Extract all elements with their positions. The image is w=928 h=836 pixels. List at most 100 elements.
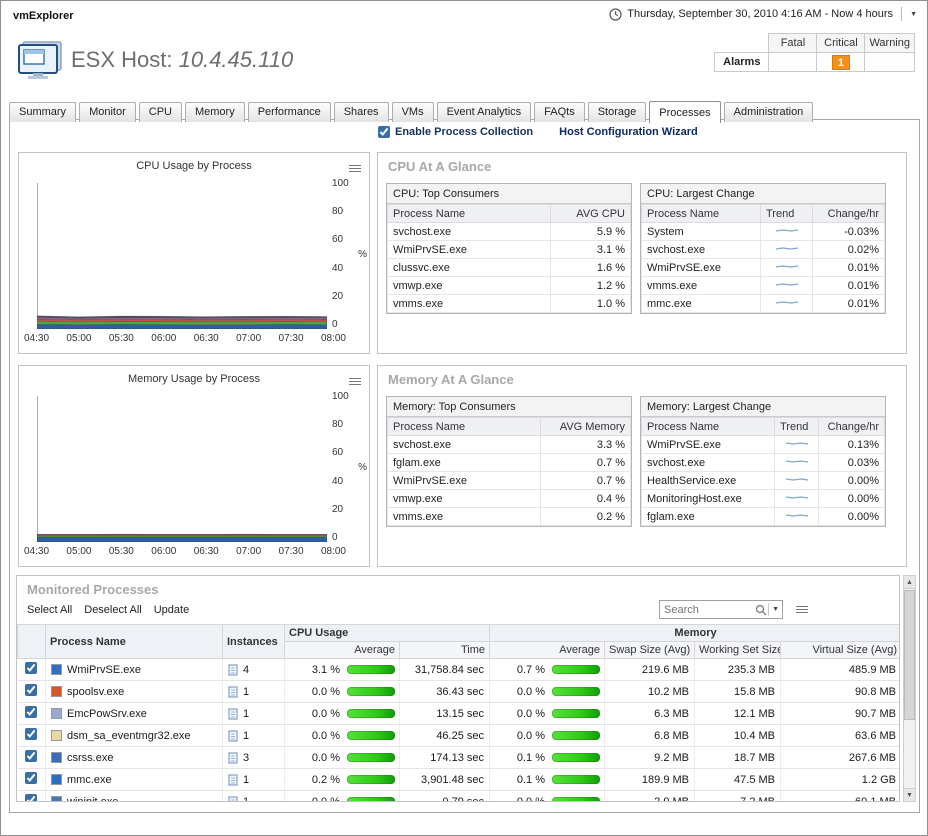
trend-sparkline: [785, 493, 809, 502]
monitored-processes-table: Process Name Instances CPU Usage Memory …: [17, 624, 900, 802]
table-row: MonitoringHost.exe0.00%: [642, 490, 885, 508]
table-row: HealthService.exe0.00%: [642, 472, 885, 490]
alarms-col-warning: Warning: [865, 34, 915, 53]
time-range-label: Thursday, September 30, 2010 4:16 AM - N…: [627, 8, 893, 20]
search-icon[interactable]: [754, 603, 768, 617]
scroll-up-button[interactable]: ▲: [904, 576, 915, 589]
col-working-set: Working Set Size: [695, 642, 781, 659]
memory-usage-bar: [552, 687, 600, 696]
table-row: spoolsv.exe 1 0.0 % 36.43 sec 0.0 % 10.2…: [18, 681, 901, 703]
tab-faqts[interactable]: FAQts: [534, 102, 585, 122]
col-mem-average: Average: [490, 642, 605, 659]
tab-performance[interactable]: Performance: [248, 102, 331, 122]
tab-memory[interactable]: Memory: [185, 102, 245, 122]
page-title: ESX Host: 10.4.45.110: [71, 47, 293, 73]
vertical-scrollbar[interactable]: ▲ ▼: [903, 575, 916, 802]
critical-badge[interactable]: 1: [832, 55, 850, 70]
alarms-col-fatal: Fatal: [769, 34, 817, 53]
table-row: fglam.exe0.00%: [642, 508, 885, 526]
search-box: ▼: [659, 600, 783, 619]
time-range-control[interactable]: Thursday, September 30, 2010 4:16 AM - N…: [609, 7, 917, 21]
tab-processes[interactable]: Processes: [649, 101, 720, 123]
row-checkbox[interactable]: [25, 662, 37, 674]
table-toolbar: Select All Deselect All Update: [27, 604, 189, 616]
trend-sparkline: [775, 280, 799, 289]
process-color-swatch: [51, 752, 62, 763]
vmexplorer-screen: vmExplorer Thursday, September 30, 2010 …: [0, 0, 928, 836]
memory-usage-bar: [552, 665, 600, 674]
enable-process-collection[interactable]: Enable Process Collection: [378, 126, 533, 138]
col-instances: Instances: [223, 625, 285, 659]
trend-sparkline: [775, 262, 799, 271]
table-row: vmms.exe0.01%: [642, 277, 885, 295]
cpu-usage-chart-panel: CPU Usage by Process 100806040200 % 04:3…: [18, 152, 370, 354]
fatal-count[interactable]: [769, 53, 817, 72]
cpu-at-a-glance-panel: CPU At A Glance CPU: Top Consumers Proce…: [377, 152, 907, 354]
instances-icon: [228, 664, 239, 676]
memory-usage-bar: [552, 797, 600, 802]
instances-icon: [228, 752, 239, 764]
processes-tab-content: Enable Process Collection Host Configura…: [9, 119, 920, 813]
table-row: vmms.exe1.0 %: [388, 295, 631, 313]
esx-host-icon: [17, 39, 65, 81]
x-axis-labels: 04:3005:0005:3006:0006:3007:0007:3008:00: [24, 546, 346, 557]
instances-icon: [228, 796, 239, 803]
instances-icon: [228, 708, 239, 720]
cpu-top-consumers-table: CPU: Top Consumers Process NameAVG CPU s…: [386, 183, 632, 314]
search-input[interactable]: [660, 604, 754, 616]
table-menu-icon[interactable]: [795, 604, 809, 616]
row-checkbox[interactable]: [25, 750, 37, 762]
process-color-swatch: [51, 796, 62, 803]
collection-controls: Enable Process Collection Host Configura…: [378, 126, 698, 138]
table-row: mmc.exe0.01%: [642, 295, 885, 313]
alarms-summary: Fatal Critical Warning Alarms 1: [714, 33, 915, 72]
chevron-down-icon[interactable]: ▼: [910, 11, 917, 18]
table-row: fglam.exe0.7 %: [388, 454, 631, 472]
table-row: WmiPrvSE.exe3.1 %: [388, 241, 631, 259]
memory-top-consumers-table: Memory: Top Consumers Process NameAVG Me…: [386, 396, 632, 527]
update-link[interactable]: Update: [154, 604, 189, 616]
table-row: svchost.exe3.3 %: [388, 436, 631, 454]
monitored-processes-panel: Monitored Processes Select All Deselect …: [16, 575, 900, 802]
y-axis-labels: 100806040200: [332, 178, 354, 330]
row-checkbox[interactable]: [25, 772, 37, 784]
search-dropdown-icon[interactable]: ▼: [769, 606, 782, 613]
col-cpu-average: Average: [285, 642, 400, 659]
tab-event-analytics[interactable]: Event Analytics: [437, 102, 532, 122]
tab-administration[interactable]: Administration: [724, 102, 814, 122]
row-checkbox[interactable]: [25, 728, 37, 740]
scrollbar-thumb[interactable]: [904, 590, 915, 720]
tab-vms[interactable]: VMs: [392, 102, 434, 122]
row-checkbox[interactable]: [25, 794, 37, 802]
table-row: EmcPowSrv.exe 1 0.0 % 13.15 sec 0.0 % 6.…: [18, 703, 901, 725]
host-configuration-wizard-link[interactable]: Host Configuration Wizard: [559, 126, 698, 138]
instances-icon: [228, 730, 239, 742]
tab-summary[interactable]: Summary: [9, 102, 76, 122]
row-checkbox[interactable]: [25, 706, 37, 718]
warning-count[interactable]: [865, 53, 915, 72]
panel-title: Memory At A Glance: [388, 372, 514, 387]
tab-storage[interactable]: Storage: [588, 102, 647, 122]
table-row: WmiPrvSE.exe 4 3.1 % 31,758.84 sec 0.7 %…: [18, 659, 901, 681]
trend-sparkline: [775, 298, 799, 307]
table-row: WmiPrvSE.exe0.7 %: [388, 472, 631, 490]
row-checkbox[interactable]: [25, 684, 37, 696]
deselect-all-link[interactable]: Deselect All: [84, 604, 141, 616]
table-row: csrss.exe 3 0.0 % 174.13 sec 0.1 % 9.2 M…: [18, 747, 901, 769]
col-group-cpu-usage: CPU Usage: [285, 625, 490, 642]
cpu-usage-bar: [347, 753, 395, 762]
select-all-link[interactable]: Select All: [27, 604, 72, 616]
critical-count[interactable]: 1: [817, 53, 865, 72]
tab-shares[interactable]: Shares: [334, 102, 389, 122]
scroll-down-button[interactable]: ▼: [904, 788, 915, 801]
col-process-name: Process Name: [46, 625, 223, 659]
tab-monitor[interactable]: Monitor: [79, 102, 136, 122]
table-row: WmiPrvSE.exe0.01%: [642, 259, 885, 277]
table-row: svchost.exe0.03%: [642, 454, 885, 472]
chart-menu-icon[interactable]: [348, 376, 362, 388]
tab-cpu[interactable]: CPU: [139, 102, 182, 122]
trend-sparkline: [785, 475, 809, 484]
trend-sparkline: [775, 226, 799, 235]
chart-menu-icon[interactable]: [348, 163, 362, 175]
enable-process-collection-checkbox[interactable]: [378, 126, 390, 138]
